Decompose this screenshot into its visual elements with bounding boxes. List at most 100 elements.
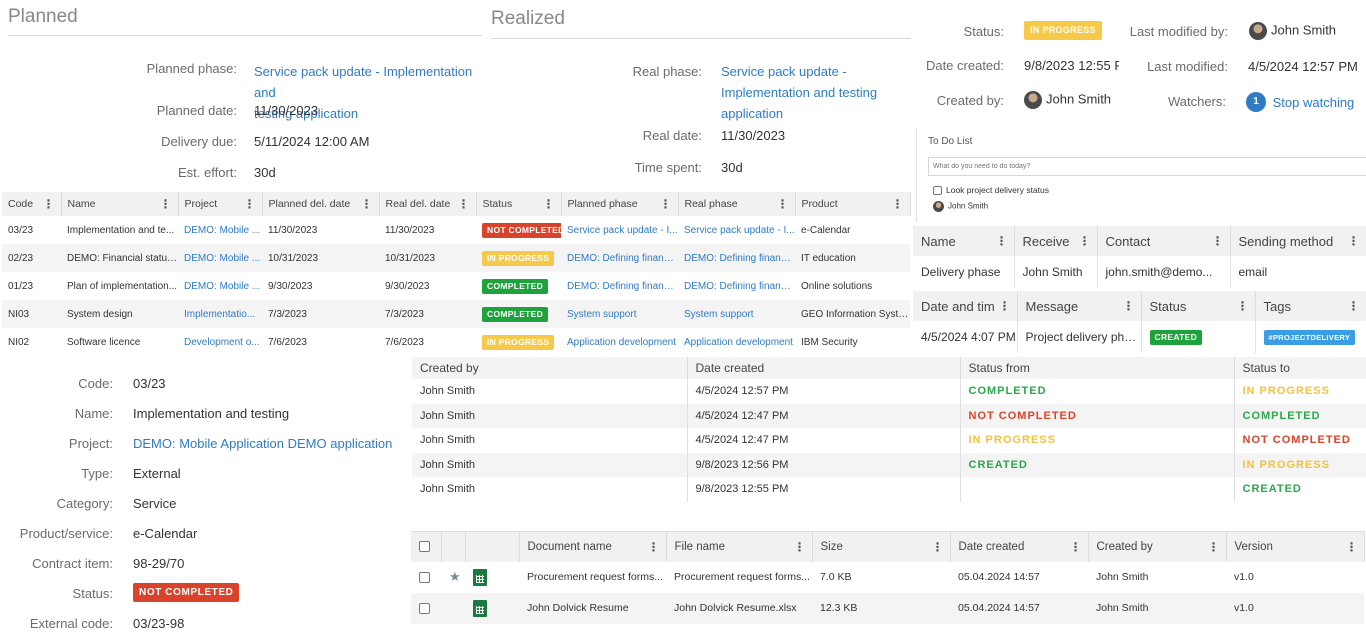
project-link[interactable]: Implementatio... — [178, 300, 262, 328]
column-header[interactable]: Date created — [687, 357, 961, 379]
column-header[interactable]: Date created ⋮ — [950, 531, 1089, 562]
column-menu-icon[interactable]: ⋮ — [892, 197, 904, 211]
column-menu-icon[interactable]: ⋮ — [244, 197, 256, 211]
table-row[interactable]: Delivery phase John Smith john.smith@dem… — [913, 256, 1366, 288]
status-history-grid: Created by Date created Status from Status … — [412, 357, 1366, 502]
column-menu-icon[interactable]: ⋮ — [648, 540, 660, 554]
column-menu-icon[interactable]: ⋮ — [458, 197, 470, 211]
planned-phase-link[interactable]: DEMO: Defining financi... — [561, 272, 678, 300]
table-row[interactable]: 4/5/2024 4:07 PM Project delivery pha...… — [913, 321, 1366, 353]
column-menu-icon[interactable]: ⋮ — [794, 540, 806, 554]
table-row[interactable]: 02/23 DEMO: Financial status ... DEMO: Mob… — [2, 244, 910, 272]
table-row[interactable]: John Smith 4/5/2024 12:57 PM COMPLETED IN P… — [412, 379, 1366, 404]
column-header[interactable]: Tags ⋮ — [1255, 291, 1366, 321]
column-header[interactable]: Project ⋮ — [178, 192, 263, 216]
file-name-cell[interactable]: John Dolvick Resume.xlsx — [666, 592, 812, 624]
column-menu-icon[interactable]: ⋮ — [43, 197, 55, 211]
table-row[interactable]: John Dolvick Resume John Dolvick Resume.x… — [411, 592, 1364, 624]
planned-phase-link[interactable]: DEMO: Defining financi... — [561, 244, 678, 272]
column-menu-icon[interactable]: ⋮ — [361, 197, 373, 211]
select-all-checkbox[interactable] — [419, 541, 430, 553]
real-phase-link[interactable]: System support — [678, 300, 795, 328]
planned-phase-link[interactable]: System support — [561, 300, 678, 328]
column-header[interactable]: Name ⋮ — [61, 192, 179, 216]
project-link[interactable]: DEMO: Mobile ... — [178, 216, 262, 244]
column-menu-icon[interactable]: ⋮ — [932, 540, 944, 554]
column-header[interactable]: Date and tim ⋮ — [913, 291, 1018, 321]
table-row[interactable]: John Smith 9/8/2023 12:55 PM CREATED — [412, 477, 1366, 502]
column-header[interactable]: Document name ⋮ — [519, 531, 667, 562]
column-menu-icon[interactable]: ⋮ — [1212, 234, 1224, 248]
column-menu-icon[interactable]: ⋮ — [777, 197, 789, 211]
stop-watching-link[interactable]: Stop watching — [1273, 95, 1355, 110]
planned-phase-link[interactable]: Application development — [561, 328, 678, 356]
planned-phase-link[interactable]: Service pack update - I... — [561, 216, 678, 244]
tag-badge[interactable]: #PROJECTDELIVERY — [1263, 330, 1356, 345]
real-phase-link[interactable]: DEMO: Defining financi... — [678, 244, 795, 272]
todo-input[interactable] — [928, 157, 1366, 176]
project-link[interactable]: Development o... — [178, 328, 262, 356]
todo-item-checkbox[interactable] — [933, 186, 942, 196]
column-menu-icon[interactable]: ⋮ — [1123, 299, 1135, 313]
real-phase-link[interactable]: Service pack update - I... — [678, 216, 795, 244]
spreadsheet-icon — [473, 599, 487, 617]
table-row[interactable]: 03/23 Implementation and te... DEMO: Mobil… — [2, 216, 910, 244]
column-header[interactable]: File name ⋮ — [666, 531, 813, 562]
column-header[interactable]: Code ⋮ — [2, 192, 62, 216]
column-menu-icon[interactable]: ⋮ — [1348, 299, 1360, 313]
column-menu-icon[interactable]: ⋮ — [1070, 540, 1082, 554]
column-menu-icon[interactable]: ⋮ — [1237, 299, 1249, 313]
created-by-user[interactable]: John Smith — [1024, 91, 1111, 109]
column-header[interactable]: Product ⋮ — [795, 192, 911, 216]
column-header[interactable]: Status ⋮ — [476, 192, 562, 216]
table-row[interactable]: John Smith 4/5/2024 12:47 PM NOT COMPLETED… — [412, 403, 1366, 428]
row-checkbox[interactable] — [419, 602, 430, 614]
column-menu-icon[interactable]: ⋮ — [999, 299, 1011, 313]
document-name-cell[interactable]: Procurement request forms... — [519, 562, 666, 593]
column-header[interactable]: Message ⋮ — [1017, 291, 1142, 321]
document-name-cell[interactable]: John Dolvick Resume — [519, 592, 666, 624]
column-header[interactable]: Name ⋮ — [913, 226, 1015, 256]
table-row[interactable]: NI03 System design Implementatio... 7/3/202… — [2, 300, 910, 328]
column-header[interactable]: Planned phase ⋮ — [561, 192, 679, 216]
file-name-cell[interactable]: Procurement request forms... — [666, 562, 812, 593]
table-row[interactable]: John Smith 9/8/2023 12:56 PM CREATED IN PRO… — [412, 452, 1366, 477]
watchers-control[interactable]: 1 Stop watching — [1246, 92, 1354, 112]
column-menu-icon[interactable]: ⋮ — [1348, 234, 1360, 248]
column-header-label: Status — [1149, 298, 1187, 314]
project-link[interactable]: DEMO: Mobile ... — [178, 272, 262, 300]
table-row[interactable]: John Smith 4/5/2024 12:47 PM IN PROGRESS NO… — [412, 428, 1366, 453]
column-header[interactable]: Planned del. date ⋮ — [262, 192, 380, 216]
column-header[interactable]: Created by ⋮ — [1088, 531, 1227, 562]
table-row[interactable]: NI02 Software licence Development o... 7/6/… — [2, 328, 910, 356]
column-header[interactable]: Real phase ⋮ — [678, 192, 796, 216]
column-menu-icon[interactable]: ⋮ — [1208, 540, 1220, 554]
table-row[interactable]: 01/23 Plan of implementation... DEMO: Mobi… — [2, 272, 910, 300]
last-modified-by-user[interactable]: John Smith — [1249, 22, 1336, 40]
column-header[interactable]: Status to — [1234, 357, 1366, 379]
real-phase-link[interactable]: Application development — [678, 328, 795, 356]
column-header[interactable]: Real del. date ⋮ — [379, 192, 477, 216]
column-menu-icon[interactable]: ⋮ — [996, 234, 1008, 248]
column-header[interactable]: Receive ⋮ — [1014, 226, 1098, 256]
column-menu-icon[interactable]: ⋮ — [1079, 234, 1091, 248]
real-phase-link[interactable]: Service pack update - Implementation and… — [721, 61, 901, 124]
table-row[interactable]: ★ Procurement request forms... Procurement… — [411, 562, 1364, 593]
real-phase-link[interactable]: DEMO: Defining financi... — [678, 272, 795, 300]
column-menu-icon[interactable]: ⋮ — [160, 197, 172, 211]
column-header[interactable]: Sending method ⋮ — [1230, 226, 1366, 256]
todo-item[interactable]: Look project delivery status — [933, 185, 1049, 196]
column-header[interactable]: Contact ⋮ — [1097, 226, 1231, 256]
star-icon[interactable]: ★ — [449, 569, 461, 584]
column-header[interactable]: Version ⋮ — [1226, 531, 1365, 562]
column-header[interactable]: Status ⋮ — [1141, 291, 1256, 321]
project-link[interactable]: DEMO: Mobile Application DEMO applicatio… — [133, 436, 392, 451]
column-header[interactable]: Created by — [412, 357, 688, 379]
column-menu-icon[interactable]: ⋮ — [543, 197, 555, 211]
column-menu-icon[interactable]: ⋮ — [660, 197, 672, 211]
project-link[interactable]: DEMO: Mobile ... — [178, 244, 262, 272]
column-header[interactable]: Size ⋮ — [812, 531, 951, 562]
row-checkbox[interactable] — [419, 571, 430, 583]
column-menu-icon[interactable]: ⋮ — [1346, 540, 1358, 554]
column-header[interactable]: Status from — [960, 357, 1235, 379]
